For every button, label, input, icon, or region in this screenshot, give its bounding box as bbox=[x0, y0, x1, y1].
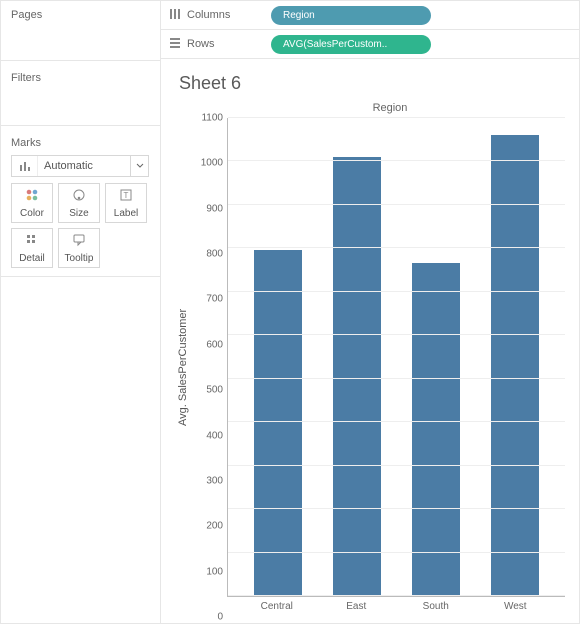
filters-shelf[interactable]: Filters bbox=[1, 61, 160, 126]
marks-buttons: Color Size T Label bbox=[11, 183, 150, 268]
y-axis-ticks: 010020030040050060070080090010001100 bbox=[191, 118, 227, 617]
gridline bbox=[228, 117, 565, 118]
x-tick-label: East bbox=[332, 601, 380, 617]
tooltip-icon bbox=[72, 233, 86, 250]
y-tick-label: 500 bbox=[206, 385, 223, 396]
pages-shelf[interactable]: Pages bbox=[1, 1, 160, 61]
pill-text: Region bbox=[283, 10, 315, 21]
y-tick-label: 800 bbox=[206, 249, 223, 260]
label-icon: T bbox=[119, 188, 133, 205]
left-panel: Pages Filters Marks Automatic bbox=[1, 1, 161, 623]
gridline bbox=[228, 595, 565, 596]
bar-south[interactable] bbox=[412, 263, 460, 596]
y-tick-label: 600 bbox=[206, 339, 223, 350]
x-tick-label: South bbox=[412, 601, 460, 617]
gridline bbox=[228, 160, 565, 161]
rows-shelf[interactable]: Rows AVG(SalesPerCustom.. bbox=[161, 30, 579, 59]
filters-title: Filters bbox=[11, 72, 150, 84]
sheet-area: Sheet 6 Region Avg. SalesPerCustomer 0 10… bbox=[161, 59, 579, 623]
plot-right: Central East South West bbox=[227, 118, 565, 617]
detail-label: Detail bbox=[19, 253, 45, 264]
gridline bbox=[228, 334, 565, 335]
y-tick-label: 1100 bbox=[201, 113, 223, 124]
y-tick-label: 100 bbox=[206, 566, 223, 577]
y-tick-label: 900 bbox=[206, 203, 223, 214]
sheet-title[interactable]: Sheet 6 bbox=[179, 73, 565, 94]
y-tick-label: 400 bbox=[206, 430, 223, 441]
y-tick-label: 700 bbox=[206, 294, 223, 305]
bar-central[interactable] bbox=[254, 250, 302, 596]
pages-title: Pages bbox=[11, 9, 150, 21]
label-label: Label bbox=[114, 208, 138, 219]
columns-icon bbox=[169, 8, 181, 23]
columns-pill-region[interactable]: Region bbox=[271, 6, 431, 25]
rows-icon bbox=[169, 37, 181, 52]
y-tick-label: 300 bbox=[206, 475, 223, 486]
y-tick-label: 0 bbox=[217, 612, 223, 623]
svg-text:T: T bbox=[124, 191, 129, 200]
tooltip-label: Tooltip bbox=[65, 253, 94, 264]
size-button[interactable]: Size bbox=[58, 183, 100, 223]
chevron-down-icon bbox=[130, 156, 148, 176]
color-button[interactable]: Color bbox=[11, 183, 53, 223]
left-spacer bbox=[1, 277, 160, 623]
y-tick-label: 1000 bbox=[201, 158, 223, 169]
label-button[interactable]: T Label bbox=[105, 183, 147, 223]
gridline bbox=[228, 291, 565, 292]
app-root: Pages Filters Marks Automatic bbox=[0, 0, 580, 624]
x-axis-ticks: Central East South West bbox=[227, 597, 565, 617]
marks-card: Marks Automatic Color bbox=[1, 126, 160, 277]
bars-container bbox=[228, 118, 565, 596]
mark-type-label: Automatic bbox=[38, 160, 130, 172]
color-label: Color bbox=[20, 208, 44, 219]
bar-east[interactable] bbox=[333, 157, 381, 596]
detail-button[interactable]: Detail bbox=[11, 228, 53, 268]
bar-icon bbox=[12, 156, 38, 176]
gridline bbox=[228, 204, 565, 205]
columns-label: Columns bbox=[187, 9, 230, 21]
gridline bbox=[228, 378, 565, 379]
columns-header: Columns bbox=[169, 8, 261, 23]
chart-subtitle: Region bbox=[175, 102, 565, 114]
rows-label: Rows bbox=[187, 38, 215, 50]
detail-icon bbox=[25, 233, 39, 250]
gridline bbox=[228, 508, 565, 509]
size-label: Size bbox=[69, 208, 88, 219]
columns-shelf[interactable]: Columns Region bbox=[161, 1, 579, 30]
chart-plot[interactable] bbox=[227, 118, 565, 597]
gridline bbox=[228, 465, 565, 466]
x-tick-label: Central bbox=[253, 601, 301, 617]
rows-pill-avg-sales[interactable]: AVG(SalesPerCustom.. bbox=[271, 35, 431, 54]
y-axis-label: Avg. SalesPerCustomer bbox=[175, 118, 191, 617]
marks-title: Marks bbox=[11, 137, 150, 149]
size-icon bbox=[72, 188, 86, 205]
plot-wrap: Avg. SalesPerCustomer 010020030040050060… bbox=[175, 118, 565, 617]
rows-header: Rows bbox=[169, 37, 261, 52]
color-icon bbox=[25, 188, 39, 205]
x-tick-label: West bbox=[491, 601, 539, 617]
y-tick-label: 200 bbox=[206, 521, 223, 532]
gridline bbox=[228, 421, 565, 422]
tooltip-button[interactable]: Tooltip bbox=[58, 228, 100, 268]
right-panel: Columns Region Rows AVG(SalesPerCustom..… bbox=[161, 1, 579, 623]
mark-type-dropdown[interactable]: Automatic bbox=[11, 155, 149, 177]
gridline bbox=[228, 552, 565, 553]
gridline bbox=[228, 247, 565, 248]
pill-text: AVG(SalesPerCustom.. bbox=[283, 39, 387, 50]
